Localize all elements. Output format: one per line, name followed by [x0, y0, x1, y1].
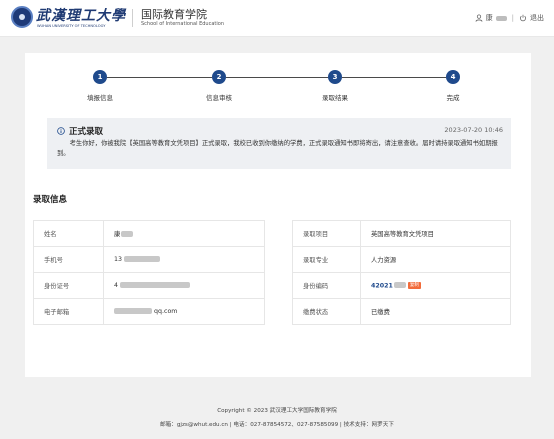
step-2-label: 信息审核 [206, 94, 232, 102]
header-separator: | [511, 14, 514, 22]
step-connector [342, 77, 446, 78]
logout-link[interactable]: 退出 [530, 13, 544, 23]
university-logo-text: 武漢理工大學 [36, 8, 126, 24]
table-row: 姓名 康 [33, 220, 265, 247]
name-label: 姓名 [33, 220, 104, 247]
top-bar: 武漢理工大學 WUHAN UNIVERSITY OF TECHNOLOGY 国际… [0, 0, 554, 37]
step-1-indicator: 1 [93, 70, 107, 84]
info-icon [57, 127, 65, 135]
name-value: 康 [114, 231, 121, 238]
school-name-en: School of International Education [141, 21, 224, 27]
email-label: 电子邮箱 [33, 298, 104, 325]
notice-message: 考生你好，你被我院【英国高等教育文凭项目】正式录取，我校已收到你缴纳的学费，正式… [57, 140, 498, 157]
table-row: 手机号 13 [33, 246, 265, 273]
id-number-value: 4 [114, 282, 119, 289]
redacted-value [124, 256, 161, 262]
footer-copyright: Copyright © 2023 武汉理工大学国际教育学院 [217, 408, 337, 414]
header-divider [132, 9, 133, 27]
step-3-indicator: 3 [328, 70, 342, 84]
notice-date: 2023-07-20 10:46 [444, 126, 503, 134]
table-row: 身份编码 42021 复制 [292, 272, 511, 299]
redacted-value [120, 282, 191, 288]
table-row: 录取专业 人力资源 [292, 246, 511, 273]
phone-label: 手机号 [33, 246, 104, 273]
major-label: 录取专业 [292, 246, 361, 273]
notice-title: 正式录取 [69, 127, 104, 137]
program-value: 英国高等教育文凭项目 [360, 220, 511, 247]
footer-contact: 邮箱：gjzs@whut.edu.cn | 电话：027-87854572、02… [160, 422, 394, 428]
section-title: 录取信息 [33, 195, 68, 205]
redacted-name [495, 15, 507, 21]
copy-tag-button[interactable]: 复制 [407, 281, 421, 289]
school-name: 国际教育学院 [141, 8, 207, 21]
id-code-value-cell: 42021 复制 [360, 272, 511, 299]
id-number-label: 身份证号 [33, 272, 104, 299]
main-card: 1 2 3 4 填报信息 信息审核 录取结果 完成 正式录取 2023-07-2… [25, 53, 531, 377]
step-3-label: 录取结果 [322, 94, 348, 102]
university-logo-en: WUHAN UNIVERSITY OF TECHNOLOGY [37, 24, 106, 28]
step-4-indicator: 4 [446, 70, 460, 84]
program-label: 录取项目 [292, 220, 361, 247]
email-value: qq.com [154, 308, 178, 315]
notice-header: 正式录取 [57, 125, 103, 137]
step-4-label: 完成 [446, 94, 460, 102]
major-value: 人力资源 [360, 246, 511, 273]
table-row: 录取项目 英国高等教育文凭项目 [292, 220, 511, 247]
payment-status-label: 缴费状态 [292, 298, 361, 325]
phone-value-cell: 13 [103, 246, 265, 273]
progress-steps: 1 2 3 4 填报信息 信息审核 录取结果 完成 [25, 53, 531, 113]
step-connector [107, 77, 212, 78]
admission-info-table-right: 录取项目 英国高等教育文凭项目 录取专业 人力资源 身份编码 42021 复制 缴… [292, 220, 511, 325]
table-row: 缴费状态 已缴费 [292, 298, 511, 325]
admission-notice: 正式录取 2023-07-20 10:46 考生你好，你被我院【英国高等教育文凭… [47, 118, 511, 169]
university-emblem-icon [11, 6, 33, 28]
id-number-value-cell: 4 [103, 272, 265, 299]
user-area: 康 | 退出 [475, 13, 544, 23]
redacted-value [121, 231, 134, 237]
step-1-label: 填报信息 [87, 94, 113, 102]
admission-info-table-left: 姓名 康 手机号 13 身份证号 4 电子邮箱 qq.com [33, 220, 265, 325]
id-code-value: 42021 [371, 282, 393, 290]
redacted-value [393, 282, 406, 289]
name-value-cell: 康 [103, 220, 265, 247]
step-2-indicator: 2 [212, 70, 226, 84]
payment-status-value: 已缴费 [360, 298, 511, 325]
email-value-cell: qq.com [103, 298, 265, 325]
redacted-value [114, 308, 152, 314]
user-name[interactable]: 康 [486, 13, 493, 23]
id-code-label: 身份编码 [292, 272, 361, 299]
table-row: 电子邮箱 qq.com [33, 298, 265, 325]
power-icon[interactable] [519, 14, 527, 22]
user-icon [475, 14, 483, 22]
phone-value: 13 [114, 256, 123, 263]
step-connector [226, 77, 328, 78]
table-row: 身份证号 4 [33, 272, 265, 299]
